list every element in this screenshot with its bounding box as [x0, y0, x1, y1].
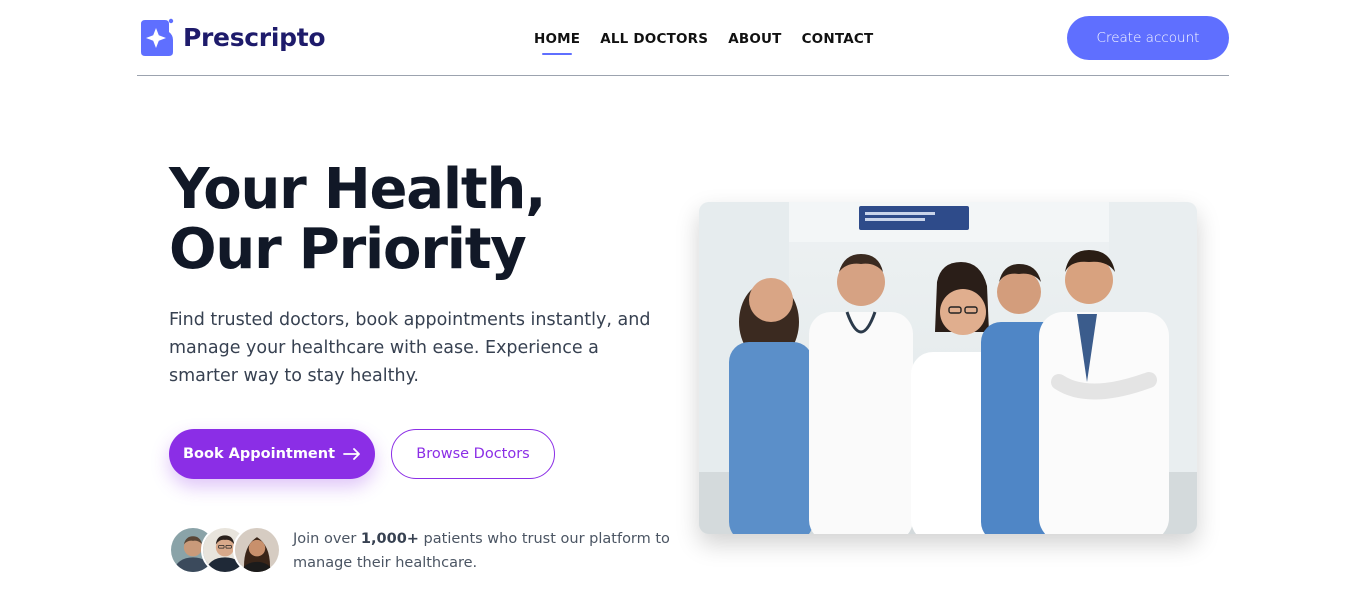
- trust-text-prefix: Join over: [293, 531, 361, 547]
- arrow-right-icon: [343, 448, 360, 460]
- create-account-button[interactable]: Create account: [1067, 16, 1229, 60]
- hero-title: Your Health, Our Priority: [169, 160, 689, 280]
- nav-link-home[interactable]: HOME: [534, 31, 580, 55]
- trust-count: 1,000+: [360, 531, 419, 547]
- hero-title-line-2: Our Priority: [169, 217, 527, 282]
- nav-link-about[interactable]: ABOUT: [728, 31, 781, 55]
- book-appointment-button[interactable]: Book Appointment: [169, 429, 375, 479]
- book-appointment-label: Book Appointment: [182, 446, 336, 462]
- browse-doctors-button[interactable]: Browse Doctors: [391, 429, 555, 479]
- brand-logo[interactable]: Prescripto: [137, 18, 326, 56]
- avatar: [233, 526, 281, 574]
- nav-link-all-doctors[interactable]: ALL DOCTORS: [600, 31, 708, 55]
- hero-cta-group: Book Appointment Browse Doctors: [169, 429, 555, 479]
- hero-content: Your Health, Our Priority Find trusted d…: [169, 160, 689, 390]
- hero-image: [699, 202, 1197, 534]
- hero-description: Find trusted doctors, book appointments …: [169, 310, 651, 386]
- navbar: Prescripto HOME ALL DOCTORS ABOUT CONTAC…: [137, 14, 1229, 76]
- nav-link-contact[interactable]: CONTACT: [802, 31, 874, 55]
- social-proof: Join over 1,000+ patients who trust our …: [169, 526, 673, 576]
- patient-avatars: [169, 526, 281, 576]
- trust-text: Join over 1,000+ patients who trust our …: [293, 527, 673, 575]
- main-nav: HOME ALL DOCTORS ABOUT CONTACT: [534, 28, 873, 55]
- star-badge-icon: [141, 18, 174, 56]
- hero-title-line-1: Your Health,: [169, 157, 546, 222]
- brand-name: Prescripto: [183, 22, 326, 52]
- medical-team-photo: [699, 202, 1197, 534]
